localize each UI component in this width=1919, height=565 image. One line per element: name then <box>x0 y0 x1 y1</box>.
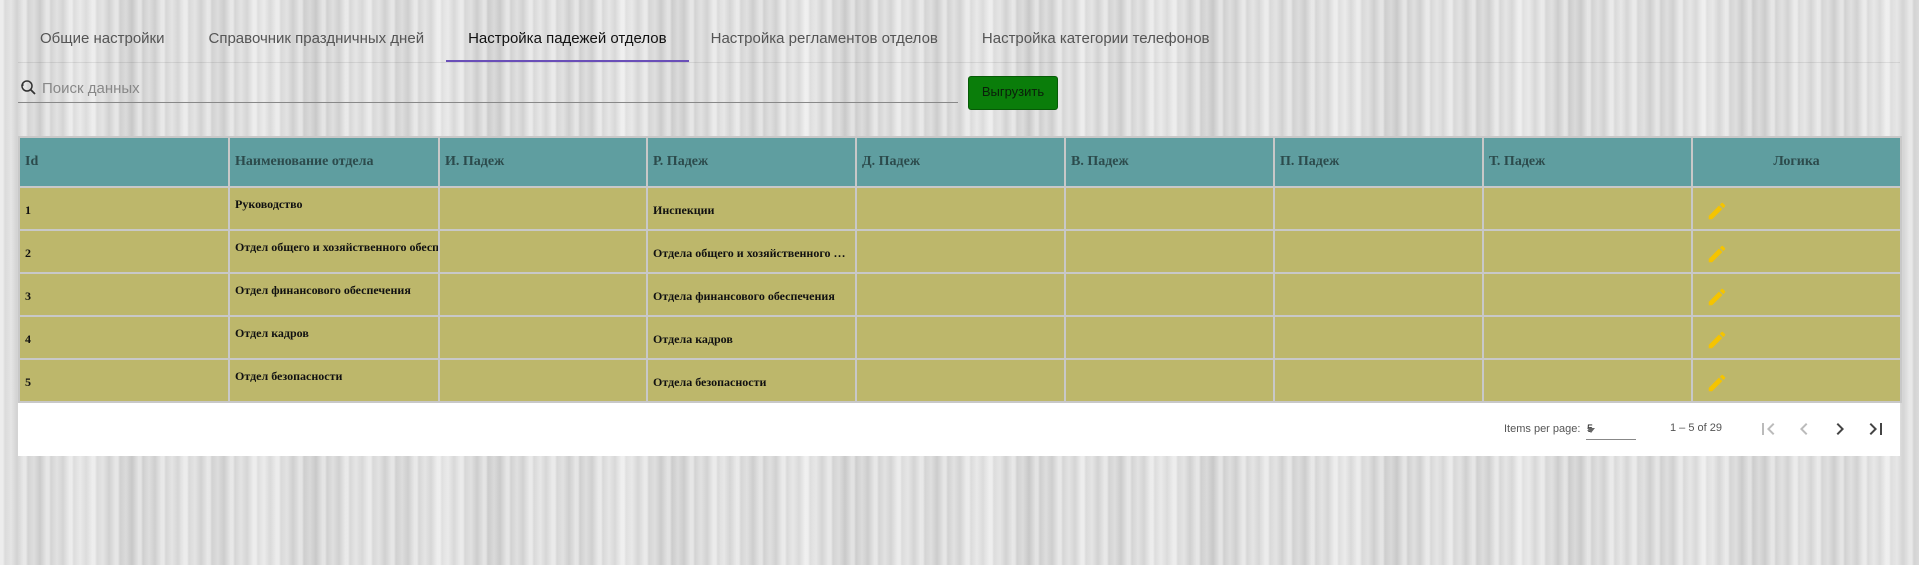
departments-table: Id Наименование отдела И. Падеж Р. Падеж… <box>18 136 1902 403</box>
cell-nominative <box>438 358 648 403</box>
pencil-icon[interactable] <box>1706 286 1728 308</box>
table-row: 4 Отдел кадров Отдела кадров <box>18 315 1902 360</box>
cell-logic <box>1691 229 1902 274</box>
cell-instrumental <box>1482 315 1693 360</box>
cell-prepositional <box>1273 229 1484 274</box>
search-input[interactable] <box>40 78 944 98</box>
column-header-prepositional[interactable]: П. Падеж <box>1273 136 1484 188</box>
cell-accusative <box>1064 229 1275 274</box>
cell-name: Отдел финансового обеспечения <box>228 272 440 317</box>
cell-name: Отдел кадров <box>228 315 440 360</box>
table-row: 3 Отдел финансового обеспечения Отдела ф… <box>18 272 1902 317</box>
cell-instrumental <box>1482 229 1693 274</box>
search-icon[interactable] <box>18 78 38 98</box>
cell-prepositional <box>1273 272 1484 317</box>
cell-logic <box>1691 358 1902 403</box>
items-per-page-label: Items per page: <box>1504 423 1581 435</box>
cell-dative <box>855 272 1066 317</box>
cell-nominative <box>438 315 648 360</box>
pencil-icon[interactable] <box>1706 243 1728 265</box>
cell-id: 2 <box>18 229 230 274</box>
cell-id: 1 <box>18 186 230 231</box>
cell-prepositional <box>1273 186 1484 231</box>
cell-accusative <box>1064 272 1275 317</box>
cell-dative <box>855 358 1066 403</box>
cell-dative <box>855 186 1066 231</box>
cell-nominative <box>438 186 648 231</box>
column-header-accusative[interactable]: В. Падеж <box>1064 136 1275 188</box>
cell-name: Руководство <box>228 186 440 231</box>
cell-name: Отдел безопасности <box>228 358 440 403</box>
cell-genitive: Отдела финансового обеспечения <box>646 272 857 317</box>
table-row: 5 Отдел безопасности Отдела безопасности <box>18 358 1902 403</box>
next-page-icon[interactable] <box>1828 417 1852 441</box>
column-header-genitive[interactable]: Р. Падеж <box>646 136 857 188</box>
pencil-icon[interactable] <box>1706 372 1728 394</box>
pencil-icon[interactable] <box>1706 329 1728 351</box>
paginator: Items per page: 5 1 – 5 of 29 <box>18 403 1900 456</box>
first-page-icon[interactable] <box>1756 417 1780 441</box>
cell-accusative <box>1064 186 1275 231</box>
cell-accusative <box>1064 358 1275 403</box>
tab-department-regulations[interactable]: Настройка регламентов отделов <box>689 22 960 62</box>
cell-genitive: Отдела кадров <box>646 315 857 360</box>
table-row: 2 Отдел общего и хозяйственного обеспече… <box>18 229 1902 274</box>
pencil-icon[interactable] <box>1706 200 1728 222</box>
cell-instrumental <box>1482 272 1693 317</box>
cell-genitive: Отдела общего и хозяйственного обеспечен… <box>646 229 857 274</box>
cell-nominative <box>438 272 648 317</box>
cell-id: 4 <box>18 315 230 360</box>
cell-logic <box>1691 272 1902 317</box>
cell-dative <box>855 315 1066 360</box>
cell-genitive: Инспекции <box>646 186 857 231</box>
previous-page-icon[interactable] <box>1792 417 1816 441</box>
search-bar <box>18 74 958 103</box>
page-range-label: 1 – 5 of 29 <box>1670 422 1722 434</box>
tab-department-cases[interactable]: Настройка падежей отделов <box>446 22 689 62</box>
cell-prepositional <box>1273 358 1484 403</box>
items-per-page-select[interactable]: 5 <box>1586 420 1636 440</box>
dropdown-arrow-icon <box>1587 428 1595 433</box>
column-header-dative[interactable]: Д. Падеж <box>855 136 1066 188</box>
cell-accusative <box>1064 315 1275 360</box>
cell-prepositional <box>1273 315 1484 360</box>
tab-bar: Общие настройки Справочник праздничных д… <box>18 22 1900 63</box>
cell-genitive: Отдела безопасности <box>646 358 857 403</box>
column-header-name[interactable]: Наименование отдела <box>228 136 440 188</box>
column-header-id[interactable]: Id <box>18 136 230 188</box>
column-header-instrumental[interactable]: Т. Падеж <box>1482 136 1693 188</box>
tab-phone-categories[interactable]: Настройка категории телефонов <box>960 22 1232 62</box>
cell-logic <box>1691 315 1902 360</box>
cell-id: 3 <box>18 272 230 317</box>
tab-general-settings[interactable]: Общие настройки <box>18 22 187 62</box>
cell-instrumental <box>1482 186 1693 231</box>
cell-instrumental <box>1482 358 1693 403</box>
export-button[interactable]: Выгрузить <box>968 76 1058 110</box>
table-row: 1 Руководство Инспекции <box>18 186 1902 231</box>
column-header-nominative[interactable]: И. Падеж <box>438 136 648 188</box>
cell-id: 5 <box>18 358 230 403</box>
cell-dative <box>855 229 1066 274</box>
cell-logic <box>1691 186 1902 231</box>
cell-nominative <box>438 229 648 274</box>
column-header-logic: Логика <box>1691 136 1902 188</box>
table-header-row: Id Наименование отдела И. Падеж Р. Падеж… <box>18 136 1902 188</box>
last-page-icon[interactable] <box>1864 417 1888 441</box>
cell-name: Отдел общего и хозяйственного обеспечени… <box>228 229 440 274</box>
tab-holidays[interactable]: Справочник праздничных дней <box>187 22 447 62</box>
